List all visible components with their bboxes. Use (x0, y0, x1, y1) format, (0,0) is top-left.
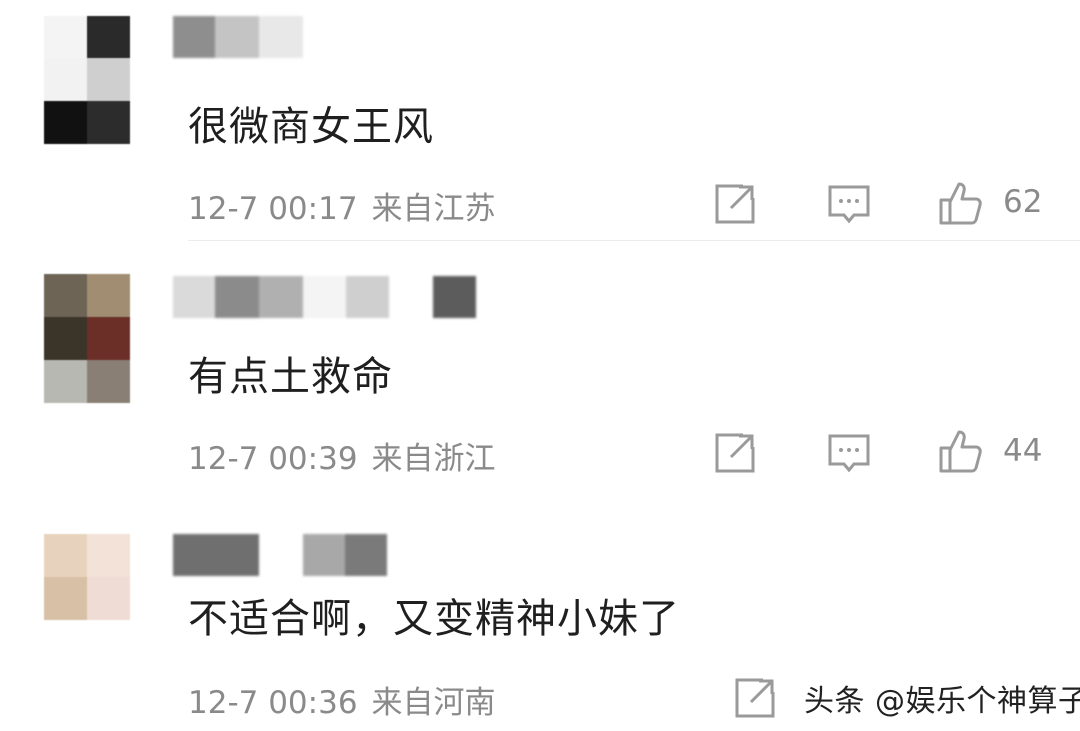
comment-time: 12-7 00:36 (188, 685, 358, 721)
comment-item: 有点土救命 12-7 00:39 来自浙江 44 (0, 240, 1080, 490)
username[interactable] (173, 534, 387, 576)
comment-location: 来自江苏 (371, 191, 496, 227)
watermark: 头条 @娱乐个神算子 (804, 684, 1080, 719)
comment-location: 来自浙江 (371, 441, 496, 477)
share-icon[interactable] (713, 182, 757, 226)
comment-text: 有点土救命 (188, 354, 393, 400)
thumbs-up-icon[interactable] (937, 428, 983, 474)
avatar[interactable] (44, 274, 130, 403)
comment-time: 12-7 00:17 (188, 191, 358, 227)
comment-location: 来自河南 (371, 685, 496, 721)
avatar[interactable] (44, 16, 130, 144)
share-icon[interactable] (733, 676, 777, 720)
comment-meta: 12-7 00:39 来自浙江 (188, 433, 496, 478)
comment-time: 12-7 00:39 (188, 441, 358, 477)
avatar[interactable] (44, 534, 130, 620)
share-icon[interactable] (713, 431, 757, 475)
comment-icon[interactable] (827, 431, 871, 475)
username[interactable] (173, 276, 476, 318)
thumbs-up-icon[interactable] (937, 180, 983, 226)
comment-item: 很微商女王风 12-7 00:17 来自江苏 62 (0, 0, 1080, 241)
like-count: 62 (1003, 184, 1043, 220)
like-count: 44 (1003, 433, 1043, 469)
comment-text: 很微商女王风 (188, 104, 434, 150)
comment-text: 不适合啊，又变精神小妹了 (188, 596, 680, 642)
comment-meta: 12-7 00:36 来自河南 (188, 677, 496, 722)
username[interactable] (173, 16, 303, 58)
comment-icon[interactable] (827, 182, 871, 226)
comment-meta: 12-7 00:17 来自江苏 (188, 183, 496, 228)
